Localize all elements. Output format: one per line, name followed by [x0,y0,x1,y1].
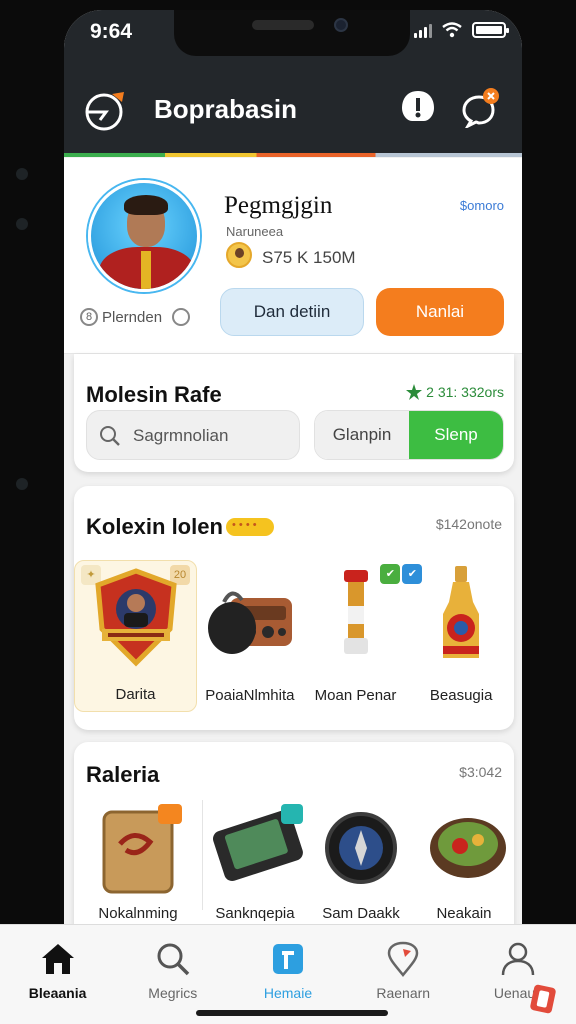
collection-title: Kolexin lolen [86,514,223,539]
drink-bottle-icon [443,566,480,658]
gallery-item-label: Sanknqepia [215,905,295,922]
gallery-item[interactable]: Sanknqepia [202,794,308,924]
color-strip [64,153,522,157]
search-icon [100,426,120,446]
gallery-card: Raleria $3:042 Nokalnming Sanknqepia Sam… [74,742,514,934]
user-small-icon [172,308,191,326]
radio-speaker-icon [207,591,292,654]
profile-balance: S75 K 150M [262,248,356,267]
notch [174,10,410,56]
collection-item-label: Moan Penar [314,687,397,704]
nav-item-home[interactable]: Bleaania [0,925,115,1024]
signal-icon [414,22,432,38]
bottom-nav: Bleaania Megrics Hemaie Raenarn Uenaun [0,924,576,1024]
search-placeholder: Sagrmnolian [133,426,229,445]
app-header: 9:64 Boprabasin [64,10,522,157]
search-input[interactable]: Sagrmnolian [86,410,300,460]
gold-card-icon [102,804,182,894]
nav-label: Hemaie [263,985,313,1001]
profile-subtitle: Naruneea [226,224,284,239]
home-indicator [196,1010,388,1016]
collection-item[interactable]: PoaiaNlmhita [197,560,303,712]
gallery-item[interactable]: Neakain [414,794,514,924]
profile-name: Pegmgjgin [224,192,333,219]
collection-item[interactable]: ✔ ✔ Beasugia [380,560,514,712]
nav-label: Bleaania [28,985,87,1001]
balance-link[interactable]: $omoro [460,198,504,213]
collection-items: ✦ 20 Darita PoaiaNlmhita Moan Penar ✔ ✔ … [74,560,514,730]
collection-card: Kolexin lolen $142onote ✦ 20 Darita [74,486,514,730]
food-bowl-icon [430,818,506,878]
gallery-item[interactable]: Sam Daakk [308,794,414,924]
secondary-button[interactable]: Dan detiin [220,288,364,336]
alert-icon[interactable] [398,88,438,128]
handheld-console-icon [213,804,303,882]
phone-frame: 9:64 Boprabasin Pegmgjgin Naruneea S75 K… [0,0,576,1024]
nav-item-profile[interactable]: Uenaun [461,925,576,1024]
segment-option-on[interactable]: Slenp [409,411,503,459]
profile-icon [502,942,535,976]
search-section-title: Molesin Rafe [86,382,222,407]
gallery-item-label: Sam Daakk [322,905,400,922]
compass-gadget-icon [325,812,397,884]
bookmark-icon [273,944,303,974]
side-button [16,168,28,180]
gallery-item[interactable]: Nokalnming [74,794,202,924]
nav-label: Uenaun [493,985,543,1001]
status-time: 9:64 [90,20,133,43]
level-icon: 8 [80,308,98,326]
rating: 2 31: 332ors [406,384,504,400]
nav-label: Raenarn [376,985,431,1001]
level-label: Plernden [102,308,163,326]
battery-icon [472,22,509,38]
side-button [16,218,28,230]
collection-item-label: Beasugia [429,687,493,704]
collection-item-label: Darita [115,686,156,703]
search-icon [157,943,190,976]
home-icon [41,944,74,974]
profile-card: Pegmgjgin Naruneea S75 K 150M $omoro 8 P… [64,158,522,354]
collection-item-label: PoaiaNlmhita [205,687,295,704]
rating-text: 2 31: 332ors [426,384,504,400]
gallery-item-label: Neakain [436,905,492,922]
star-icon [406,384,423,400]
status-icons [414,22,509,38]
check-tag: ✔ [380,564,401,584]
collection-badge [226,518,274,536]
level-row: 8 Plernden [80,308,191,326]
app-screen: 9:64 Boprabasin Pegmgjgin Naruneea S75 K… [64,10,522,1024]
segmented-control: Glanpin Slenp [314,410,504,460]
map-pin-icon [387,941,419,977]
primary-button[interactable]: Nanlai [376,288,504,336]
search-card: Molesin Rafe 2 31: 332ors Sagrmnolian Gl… [74,354,514,472]
gallery-items: Nokalnming Sanknqepia Sam Daakk Neakain [74,794,514,934]
mini-avatar-icon [226,242,252,268]
camera [334,18,348,32]
collection-right-text: $142onote [435,516,502,532]
gallery-item-label: Nokalnming [98,905,178,922]
player-badge-icon [94,568,177,667]
speaker [252,20,314,30]
nav-label: Megrics [148,985,198,1001]
app-title: Boprabasin [154,94,298,124]
chat-icon[interactable] [460,88,500,128]
segment-option-off[interactable]: Glanpin [315,411,409,459]
side-button [16,478,28,490]
collection-item[interactable]: ✦ 20 Darita [74,560,198,712]
avatar[interactable] [88,180,200,292]
gallery-right-text: $3:042 [459,764,502,780]
logo-icon[interactable] [82,88,132,132]
gallery-title: Raleria [86,762,160,787]
wifi-icon [442,22,462,38]
